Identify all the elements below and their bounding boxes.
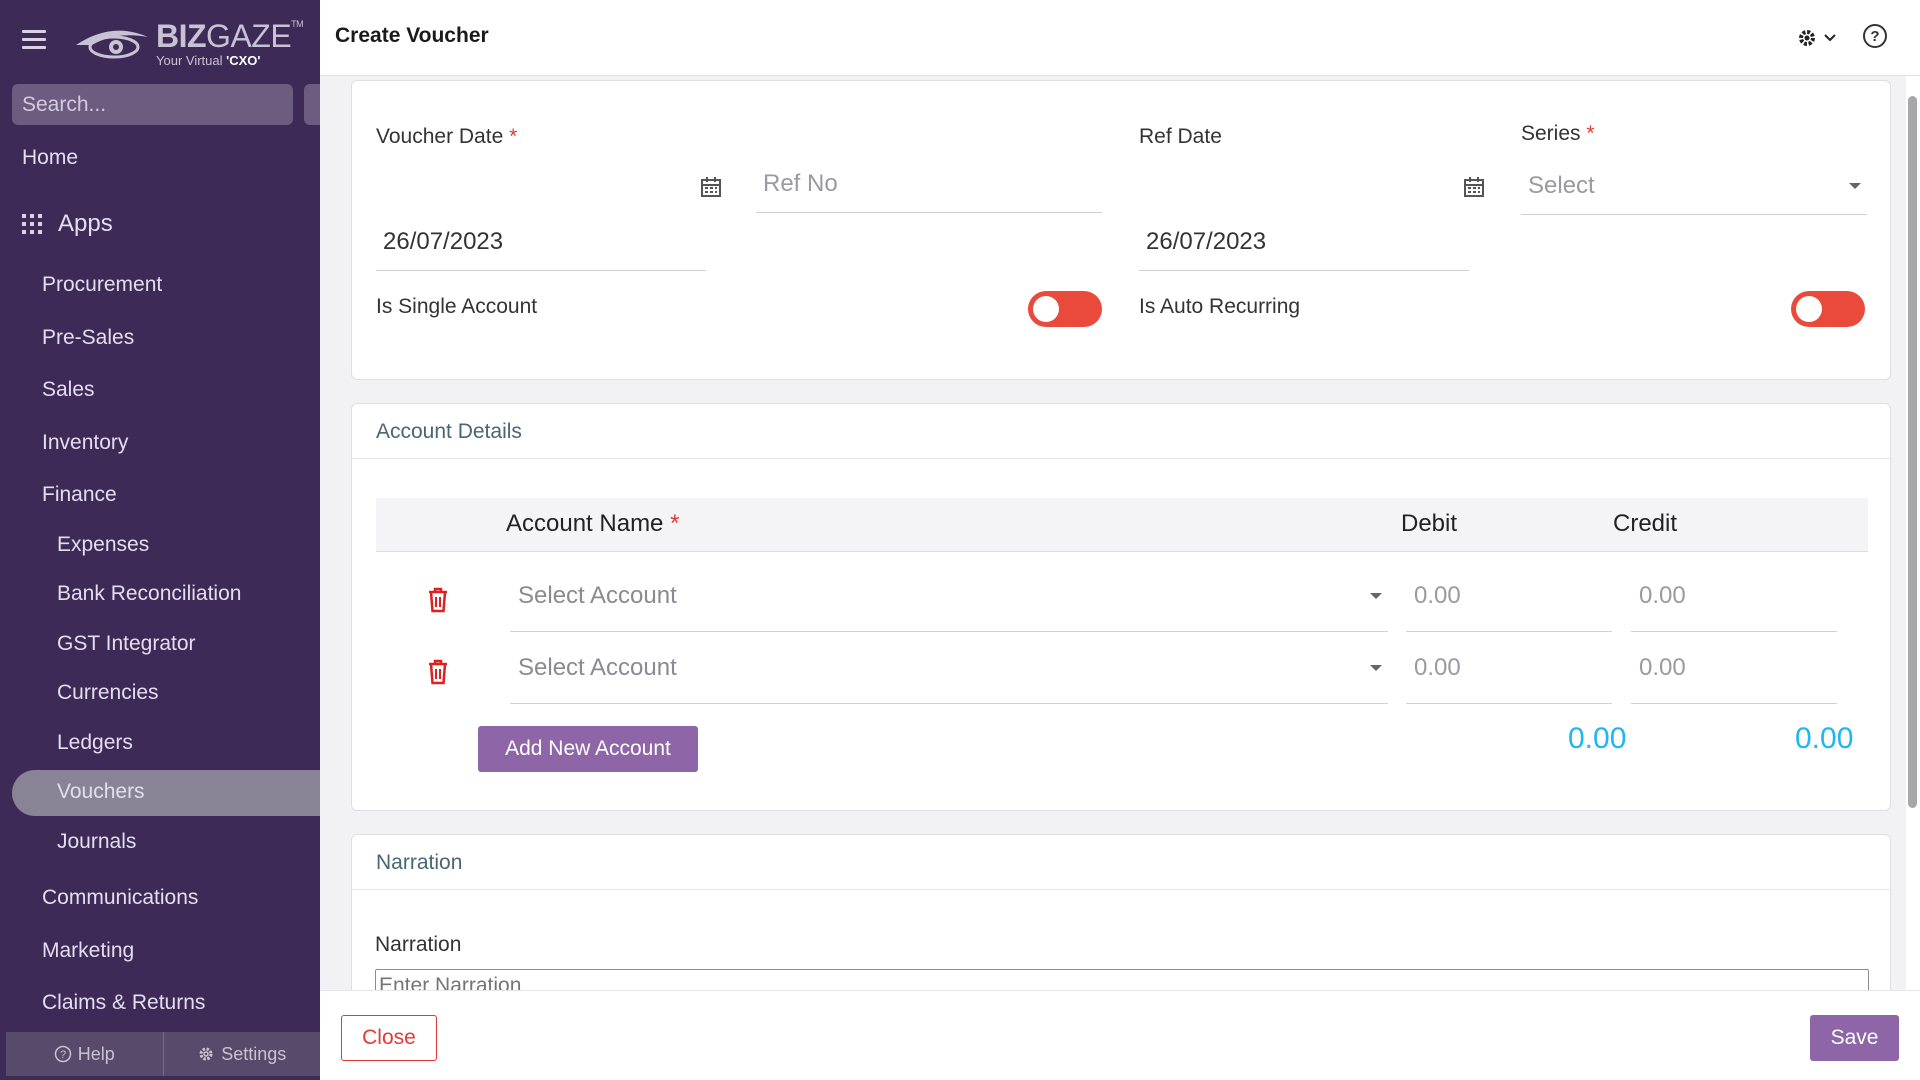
help-icon: ? xyxy=(54,1045,71,1063)
header-bar: Create Voucher ? xyxy=(320,0,1920,76)
add-new-account-button[interactable]: Add New Account xyxy=(478,726,698,772)
help-circle-icon[interactable]: ? xyxy=(1863,24,1887,48)
debit-header: Debit xyxy=(1401,510,1458,537)
nav-claims-returns[interactable]: Claims & Returns xyxy=(42,991,362,1015)
narration-label: Narration xyxy=(375,933,462,956)
svg-text:?: ? xyxy=(60,1049,66,1061)
credit-input[interactable]: 0.00 xyxy=(1631,632,1837,704)
voucher-date-value: 26/07/2023 xyxy=(383,227,504,255)
credit-header: Credit xyxy=(1613,510,1678,537)
hamburger-menu-icon[interactable] xyxy=(22,30,46,52)
voucher-date-label-text: Voucher Date xyxy=(376,125,504,148)
series-select[interactable]: Select xyxy=(1521,157,1867,215)
bizgaze-logo[interactable]: BIZGAZETM Your Virtual 'CXO' xyxy=(72,17,304,68)
nav-apps-label: Apps xyxy=(58,210,113,237)
voucher-date-calendar-icon[interactable] xyxy=(700,176,722,198)
ref-date-field[interactable]: 26/07/2023 xyxy=(1139,213,1469,271)
nav-inventory[interactable]: Inventory xyxy=(42,431,362,455)
is-single-account-toggle[interactable] xyxy=(1028,291,1102,327)
logo-brand-light: GAZE xyxy=(206,17,292,54)
account-details-title: Account Details xyxy=(376,420,522,443)
voucher-header-card: Voucher Date * 26/07/2023 Ref No Ref Dat… xyxy=(351,80,1891,380)
total-credit: 0.00 xyxy=(1795,722,1854,755)
gear-icon xyxy=(1799,30,1815,46)
voucher-date-label: Voucher Date * xyxy=(376,125,517,149)
account-row: Select Account 0.00 0.00 xyxy=(376,560,1868,632)
series-placeholder: Select xyxy=(1528,171,1595,199)
series-label: Series * xyxy=(1521,122,1595,146)
required-mark: * xyxy=(509,125,518,148)
sidebar-search xyxy=(12,84,293,125)
close-button[interactable]: Close xyxy=(341,1015,437,1061)
required-mark: * xyxy=(670,510,680,537)
chevron-down-icon xyxy=(1824,34,1836,42)
debit-input[interactable]: 0.00 xyxy=(1406,560,1612,632)
account-details-card: Account Details Account Name * Debit Cre… xyxy=(351,403,1891,811)
account-row: Select Account 0.00 0.00 xyxy=(376,632,1868,704)
account-select[interactable]: Select Account xyxy=(510,632,1388,704)
nav-apps[interactable]: Apps xyxy=(22,210,342,238)
ref-no-placeholder: Ref No xyxy=(763,169,838,197)
help-button[interactable]: ? Help xyxy=(6,1032,163,1076)
nav-home[interactable]: Home xyxy=(22,146,342,170)
chevron-down-icon xyxy=(1370,592,1382,599)
account-placeholder: Select Account xyxy=(518,653,677,681)
trash-icon[interactable] xyxy=(426,658,450,686)
settings-dropdown[interactable] xyxy=(1797,26,1841,50)
settings-label: Settings xyxy=(221,1043,287,1064)
nav-communications[interactable]: Communications xyxy=(42,886,362,910)
logo-tm: TM xyxy=(291,18,304,29)
total-debit: 0.00 xyxy=(1568,722,1627,755)
credit-input[interactable]: 0.00 xyxy=(1631,560,1837,632)
sidebar-footer: ? Help Settings xyxy=(6,1032,320,1076)
is-auto-recurring-toggle[interactable] xyxy=(1791,291,1865,327)
section-divider xyxy=(352,889,1890,890)
trash-icon[interactable] xyxy=(426,586,450,614)
logo-eye-icon xyxy=(76,30,148,59)
logo-tagline-cxo: 'CXO' xyxy=(226,52,261,68)
debit-input[interactable]: 0.00 xyxy=(1406,632,1612,704)
scrollbar-thumb[interactable] xyxy=(1908,96,1917,808)
account-name-header: Account Name * xyxy=(506,510,679,538)
save-button[interactable]: Save xyxy=(1810,1015,1899,1061)
ref-no-field[interactable]: Ref No xyxy=(756,155,1102,213)
ref-date-value: 26/07/2023 xyxy=(1146,227,1267,255)
apps-grid-icon xyxy=(22,214,42,234)
voucher-date-field[interactable]: 26/07/2023 xyxy=(376,213,706,271)
is-auto-recurring-label: Is Auto Recurring xyxy=(1139,295,1301,318)
page-title: Create Voucher xyxy=(335,24,489,47)
logo-brand-bold: BIZ xyxy=(156,17,207,54)
search-input[interactable] xyxy=(22,92,293,117)
chevron-down-icon xyxy=(1370,664,1382,671)
logo-tagline: Your Virtual xyxy=(156,52,227,68)
search-extra-button[interactable] xyxy=(304,84,320,125)
chevron-down-icon xyxy=(1849,182,1861,189)
settings-gear-icon xyxy=(199,1047,213,1061)
main-panel: Create Voucher ? Voucher Date * 26/07/20… xyxy=(320,0,1920,1080)
series-label-text: Series xyxy=(1521,122,1581,145)
narration-section-title: Narration xyxy=(376,851,463,874)
help-label: Help xyxy=(77,1043,115,1064)
section-divider xyxy=(352,458,1890,459)
account-name-header-text: Account Name xyxy=(506,510,664,537)
ref-date-calendar-icon[interactable] xyxy=(1463,176,1485,198)
nav-finance[interactable]: Finance xyxy=(42,483,362,507)
account-table-header: Account Name * Debit Credit xyxy=(376,498,1868,552)
action-bar: Close Save xyxy=(320,990,1920,1080)
nav-marketing[interactable]: Marketing xyxy=(42,939,362,963)
required-mark: * xyxy=(1586,122,1595,145)
is-single-account-label: Is Single Account xyxy=(376,295,538,318)
nav-sales[interactable]: Sales xyxy=(42,378,362,402)
settings-button[interactable]: Settings xyxy=(162,1032,321,1076)
account-placeholder: Select Account xyxy=(518,581,677,609)
nav-procurement[interactable]: Procurement xyxy=(42,273,362,297)
ref-date-label: Ref Date xyxy=(1139,125,1222,148)
nav-pre-sales[interactable]: Pre-Sales xyxy=(42,326,362,350)
account-select[interactable]: Select Account xyxy=(510,560,1388,632)
sidebar: BIZGAZETM Your Virtual 'CXO' Home Apps P… xyxy=(0,0,332,1080)
